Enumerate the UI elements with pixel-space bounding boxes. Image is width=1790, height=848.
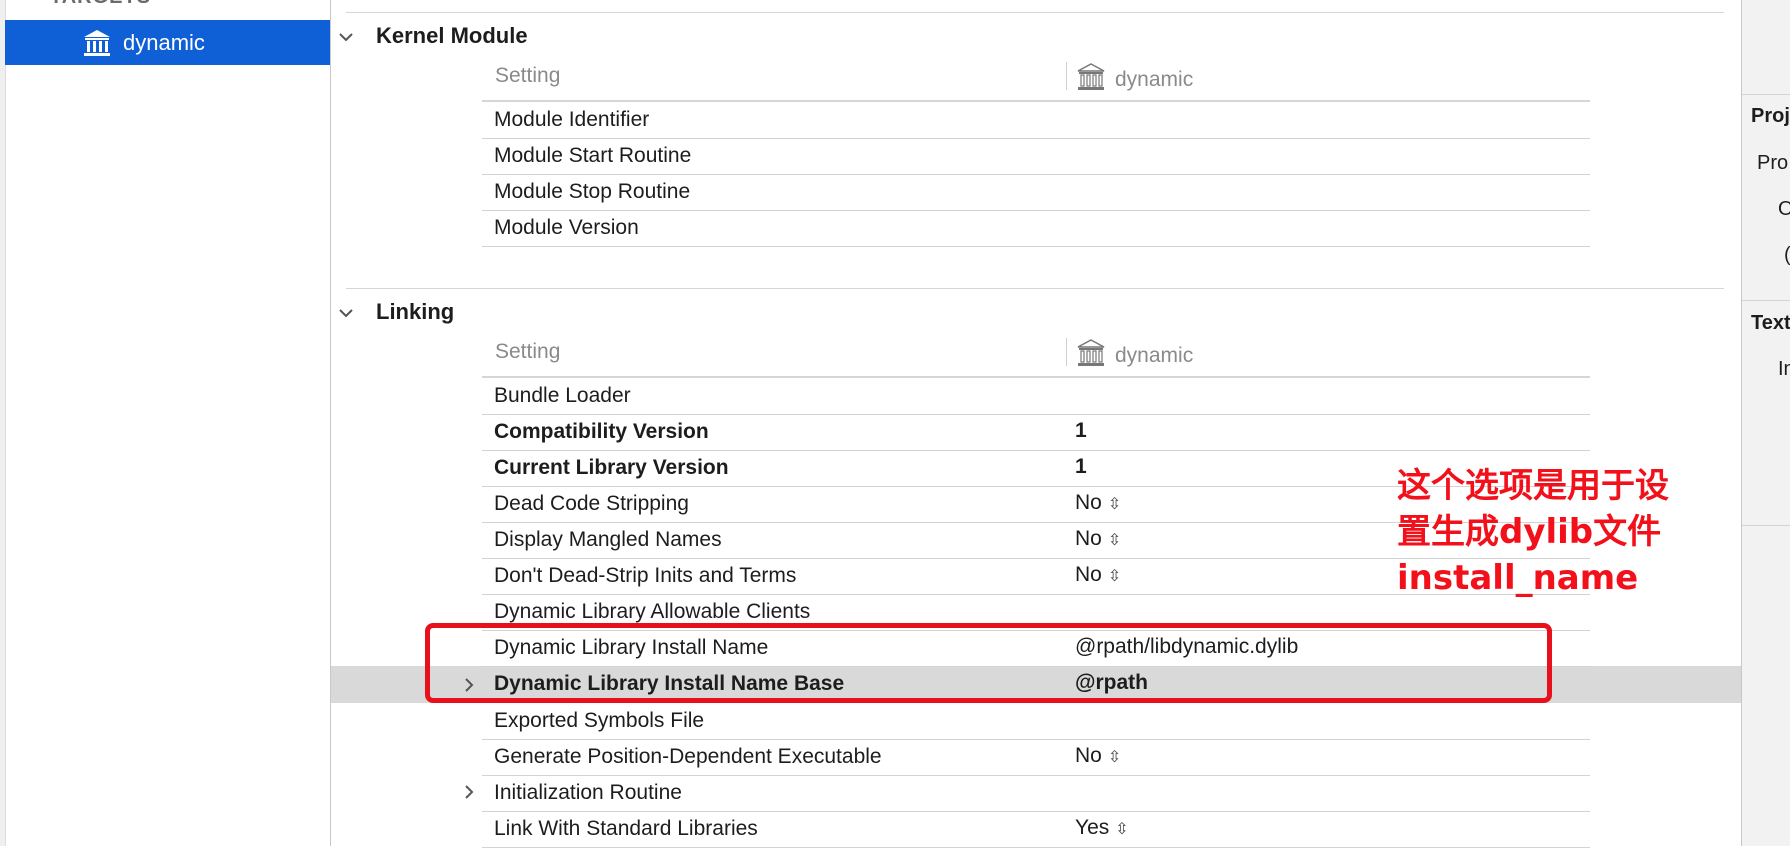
section-title-linking: Linking	[376, 299, 455, 324]
section-title-kernel-module: Kernel Module	[376, 23, 528, 48]
popup-button[interactable]: No ⇳	[1075, 744, 1121, 768]
annotation-line: install_name	[1397, 558, 1639, 598]
annotation-highlight-box	[425, 623, 1552, 703]
sidebar-target-dynamic[interactable]: dynamic	[5, 20, 330, 65]
annotation-note: 这个选项是用于设 置生成dylib文件 install_name	[1397, 463, 1727, 601]
setting-row-module-start-routine[interactable]: Module Start Routine	[482, 138, 1590, 175]
section-divider	[346, 12, 1724, 13]
inspector-label: (	[1784, 244, 1790, 267]
setting-name: Initialization Routine	[494, 781, 682, 804]
chevron-down-icon[interactable]	[336, 27, 356, 47]
setting-row-position-dependent-exec[interactable]: Generate Position-Dependent Executable N…	[482, 739, 1590, 776]
column-header-target[interactable]: dynamic	[1075, 62, 1193, 98]
column-header-target[interactable]: dynamic	[1075, 338, 1193, 374]
setting-value[interactable]: 1	[1075, 455, 1087, 479]
inspector-panel: Proj Pro O ( Text In	[1741, 0, 1790, 846]
updown-chevron-icon: ⇳	[1107, 749, 1122, 766]
setting-name: Module Identifier	[494, 108, 650, 131]
chevron-down-icon[interactable]	[336, 303, 356, 323]
column-header-target-label: dynamic	[1115, 68, 1194, 91]
setting-row-link-standard-libraries[interactable]: Link With Standard Libraries Yes ⇳	[482, 811, 1590, 848]
setting-row-compatibility-version[interactable]: Compatibility Version 1	[482, 414, 1590, 451]
setting-row-module-identifier[interactable]: Module Identifier	[482, 102, 1590, 139]
setting-name: Exported Symbols File	[494, 709, 705, 732]
building-columns-icon	[1075, 338, 1107, 374]
setting-row-bundle-loader[interactable]: Bundle Loader	[482, 378, 1590, 415]
inspector-divider	[1742, 94, 1790, 95]
updown-chevron-icon: ⇳	[1107, 496, 1122, 513]
setting-name: Module Stop Routine	[494, 180, 691, 203]
inspector-divider	[1742, 525, 1790, 526]
column-header-target-label: dynamic	[1115, 344, 1194, 367]
sidebar-edge	[0, 0, 6, 846]
chevron-right-icon[interactable]	[460, 782, 478, 802]
setting-name: Display Mangled Names	[494, 528, 722, 551]
popup-value: No	[1075, 491, 1102, 514]
setting-row-exported-symbols-file[interactable]: Exported Symbols File	[482, 703, 1590, 740]
popup-button[interactable]: No ⇳	[1075, 527, 1121, 551]
popup-button[interactable]: No ⇳	[1075, 491, 1121, 515]
inspector-project-name-label: Pro	[1757, 152, 1789, 174]
annotation-line: 这个选项是用于设	[1397, 466, 1669, 506]
column-header-setting[interactable]: Setting	[495, 64, 560, 88]
updown-chevron-icon: ⇳	[1115, 821, 1129, 838]
target-label: dynamic	[123, 29, 205, 55]
setting-name: Generate Position-Dependent Executable	[494, 745, 882, 768]
updown-chevron-icon: ⇳	[1107, 568, 1122, 585]
building-columns-icon	[1075, 62, 1107, 98]
popup-value: No	[1075, 744, 1102, 767]
column-separator	[1066, 338, 1067, 366]
setting-row-module-version[interactable]: Module Version	[482, 210, 1590, 247]
column-header-setting[interactable]: Setting	[495, 340, 560, 364]
setting-value[interactable]: 1	[1075, 419, 1087, 443]
targets-header: TARGETS	[50, 0, 151, 9]
setting-name: Dynamic Library Allowable Clients	[494, 600, 811, 623]
setting-row-initialization-routine[interactable]: Initialization Routine	[482, 775, 1590, 812]
popup-button[interactable]: Yes ⇳	[1075, 816, 1129, 840]
inspector-label: In	[1778, 358, 1790, 380]
building-columns-icon	[81, 27, 113, 59]
popup-value: Yes	[1075, 816, 1110, 839]
setting-name: Compatibility Version	[494, 420, 709, 443]
setting-name: Module Version	[494, 216, 639, 239]
setting-name: Link With Standard Libraries	[494, 817, 758, 840]
inspector-project-header: Proj	[1751, 105, 1790, 127]
setting-name: Bundle Loader	[494, 384, 631, 407]
setting-row-module-stop-routine[interactable]: Module Stop Routine	[482, 174, 1590, 211]
popup-value: No	[1075, 527, 1102, 550]
setting-name: Current Library Version	[494, 456, 729, 479]
column-separator	[1066, 62, 1067, 90]
targets-sidebar: TARGETS dynamic	[0, 0, 331, 846]
updown-chevron-icon: ⇳	[1107, 532, 1122, 549]
setting-name: Don't Dead-Strip Inits and Terms	[494, 564, 797, 587]
popup-button[interactable]: No ⇳	[1075, 563, 1121, 587]
annotation-line: 置生成dylib文件	[1397, 512, 1662, 552]
inspector-text-settings-header: Text	[1751, 312, 1790, 334]
inspector-divider	[1742, 300, 1790, 301]
setting-name: Module Start Routine	[494, 144, 692, 167]
popup-value: No	[1075, 563, 1102, 586]
setting-name: Dead Code Stripping	[494, 492, 689, 515]
inspector-label: O	[1778, 198, 1790, 221]
section-divider	[346, 288, 1724, 289]
